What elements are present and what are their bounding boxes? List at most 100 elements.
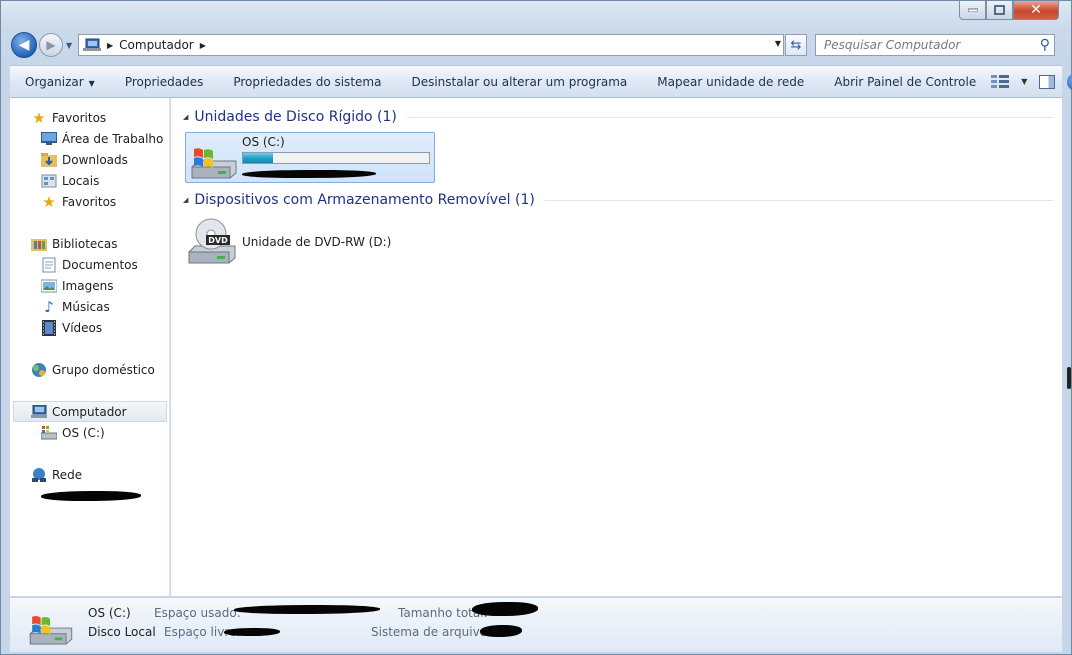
drive-name-os-c: OS (C:) xyxy=(242,135,285,149)
breadcrumb-chevron-icon[interactable]: ▶ xyxy=(200,41,206,50)
address-bar[interactable]: ▶ Computador ▶ ▼ xyxy=(78,34,784,56)
computer-icon xyxy=(83,38,101,51)
properties-button[interactable]: Propriedades xyxy=(110,75,219,89)
breadcrumb-computador[interactable]: Computador xyxy=(119,38,194,52)
nav-os-drive-label: OS (C:) xyxy=(62,425,105,440)
nav-music[interactable]: ♪ Músicas xyxy=(10,296,169,317)
view-dropdown-icon[interactable]: ▼ xyxy=(1021,77,1027,86)
change-view-icon[interactable] xyxy=(991,74,1010,89)
back-button[interactable]: ◀ xyxy=(11,32,37,58)
refresh-icon: ⇆ xyxy=(790,37,802,53)
disk-usage-bar xyxy=(242,152,430,164)
refresh-button[interactable]: ⇆ xyxy=(785,34,807,56)
view-controls: ▼ ? xyxy=(991,72,1072,91)
open-control-panel-button[interactable]: Abrir Painel de Controle xyxy=(819,75,991,89)
group-divider xyxy=(544,199,1053,201)
nav-favorites-folder[interactable]: ★ Favoritos xyxy=(10,191,169,212)
nav-desktop[interactable]: Área de Trabalho xyxy=(10,128,169,149)
nav-libraries[interactable]: Bibliotecas xyxy=(10,233,169,254)
nav-network[interactable]: Rede xyxy=(10,464,169,485)
address-dropdown-icon[interactable]: ▼ xyxy=(775,39,781,48)
maximize-icon xyxy=(994,5,1005,15)
libraries-icon xyxy=(31,236,47,252)
nav-homegroup-label: Grupo doméstico xyxy=(52,362,155,377)
nav-places[interactable]: Locais xyxy=(10,170,169,191)
nav-images[interactable]: Imagens xyxy=(10,275,169,296)
map-network-drive-button[interactable]: Mapear unidade de rede xyxy=(642,75,819,89)
group-header-hard-disks[interactable]: ◢ Unidades de Disco Rígido (1) xyxy=(183,107,1053,127)
breadcrumb-chevron-icon[interactable]: ▶ xyxy=(107,41,113,50)
details-pane: OS (C:) Disco Local Espaço usado: Espaço… xyxy=(10,597,1062,652)
nav-network-label: Rede xyxy=(52,467,83,482)
minimize-icon xyxy=(967,8,978,12)
maximize-button[interactable] xyxy=(986,1,1013,20)
nav-favorites[interactable]: ★ Favoritos xyxy=(10,107,169,128)
back-arrow-icon: ◀ xyxy=(18,37,30,53)
drive-item-dvd-d[interactable]: DVD Unidade de DVD-RW (D:) xyxy=(187,218,437,266)
nav-videos[interactable]: Vídeos xyxy=(10,317,169,338)
navigation-row: ◀ ▶ ▼ ▶ Computador ▶ ▼ ⇆ ⚲ xyxy=(11,31,1061,59)
nav-places-label: Locais xyxy=(62,173,100,188)
places-icon xyxy=(41,173,57,189)
close-icon: ✕ xyxy=(1030,2,1042,18)
details-drive-name: OS (C:) xyxy=(88,606,131,620)
nav-favorites-folder-label: Favoritos xyxy=(62,194,117,209)
redacted-used-space xyxy=(234,605,380,614)
nav-os-drive[interactable]: OS (C:) xyxy=(10,422,169,443)
system-properties-button[interactable]: Propriedades do sistema xyxy=(218,75,396,89)
dvd-drive-icon: DVD xyxy=(188,218,236,264)
search-box[interactable]: ⚲ xyxy=(815,34,1055,56)
documents-icon xyxy=(41,257,57,273)
windows-hard-drive-icon xyxy=(191,148,237,179)
nav-downloads[interactable]: Downloads xyxy=(10,149,169,170)
nav-videos-label: Vídeos xyxy=(62,320,103,335)
images-icon xyxy=(41,278,57,294)
resize-grip[interactable] xyxy=(1067,367,1071,389)
nav-documents[interactable]: Documentos xyxy=(10,254,169,275)
nav-music-label: Músicas xyxy=(62,299,110,314)
forward-arrow-icon: ▶ xyxy=(46,38,56,52)
preview-pane-icon[interactable] xyxy=(1039,74,1056,89)
uninstall-program-button[interactable]: Desinstalar ou alterar um programa xyxy=(396,75,642,89)
details-filesystem-label: Sistema de arquivos: xyxy=(371,625,498,639)
dropdown-arrow-icon: ▼ xyxy=(88,78,95,88)
redacted-disk-space-info xyxy=(242,170,376,178)
nav-computer[interactable]: Computador xyxy=(13,401,167,422)
group-divider xyxy=(406,116,1053,118)
nav-images-label: Imagens xyxy=(62,278,114,293)
redacted-free-space xyxy=(224,628,280,636)
collapse-triangle-icon[interactable]: ◢ xyxy=(183,113,188,121)
organize-menu-button[interactable]: Organizar ▼ xyxy=(10,75,110,89)
group-title-removable: Dispositivos com Armazenamento Removível… xyxy=(194,192,535,208)
explorer-window: ✕ ◀ ▶ ▼ ▶ Computador ▶ ▼ ⇆ ⚲ Organizar ▼ … xyxy=(0,0,1072,655)
history-dropdown-icon[interactable]: ▼ xyxy=(66,41,76,50)
command-bar: Organizar ▼ Propriedades Propriedades do … xyxy=(10,65,1072,98)
search-icon[interactable]: ⚲ xyxy=(1040,37,1050,53)
drive-name-dvd-d: Unidade de DVD-RW (D:) xyxy=(242,235,392,249)
redacted-network-name xyxy=(41,490,141,501)
forward-button[interactable]: ▶ xyxy=(39,33,63,57)
music-note-icon: ♪ xyxy=(44,297,54,316)
redacted-total-size xyxy=(472,602,538,616)
nav-downloads-label: Downloads xyxy=(62,152,128,167)
group-header-removable[interactable]: ◢ Dispositivos com Armazenamento Removív… xyxy=(183,190,1053,210)
desktop-icon xyxy=(41,131,57,147)
star-icon: ★ xyxy=(42,192,56,211)
close-button[interactable]: ✕ xyxy=(1013,1,1059,20)
nav-network-computer[interactable] xyxy=(10,485,169,506)
collapse-triangle-icon[interactable]: ◢ xyxy=(183,196,188,204)
details-drive-type: Disco Local xyxy=(88,625,156,639)
group-title-hard-disks: Unidades de Disco Rígido (1) xyxy=(194,109,397,125)
nav-desktop-label: Área de Trabalho xyxy=(62,131,164,146)
drive-tile-os-c[interactable]: OS (C:) xyxy=(185,132,435,183)
windows-hard-drive-icon xyxy=(29,616,73,645)
hard-drive-icon xyxy=(41,425,57,441)
redacted-filesystem xyxy=(480,625,522,637)
minimize-button[interactable] xyxy=(959,1,986,20)
videos-icon xyxy=(41,319,57,336)
nav-computer-label: Computador xyxy=(52,404,127,419)
nav-homegroup[interactable]: Grupo doméstico xyxy=(10,359,169,380)
computer-icon xyxy=(31,404,47,420)
help-icon[interactable]: ? xyxy=(1067,72,1072,91)
search-input[interactable] xyxy=(824,38,1024,52)
